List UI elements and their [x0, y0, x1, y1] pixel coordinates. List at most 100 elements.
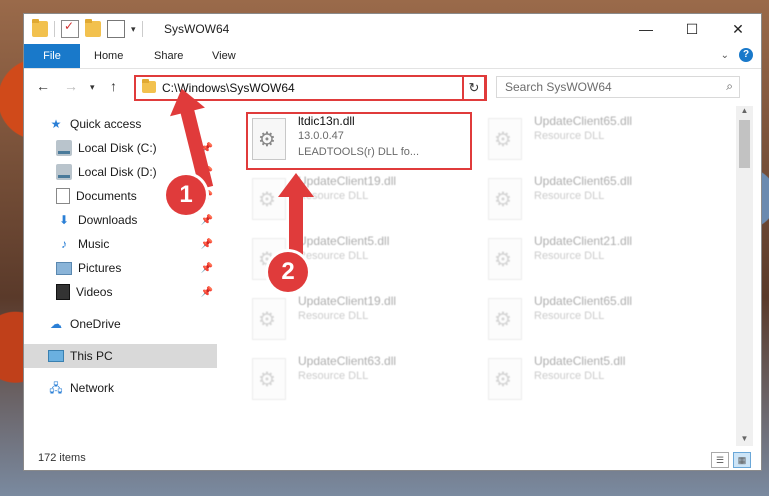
dll-file-icon: [488, 238, 522, 280]
file-name: UpdateClient5.dll: [534, 354, 626, 368]
file-description: Resource DLL: [534, 370, 605, 382]
pc-icon: [48, 350, 64, 362]
scroll-down-icon[interactable]: ▼: [736, 434, 753, 446]
sidebar-item-this-pc[interactable]: This PC: [24, 344, 217, 368]
sidebar-item-label: Local Disk (D:): [78, 165, 157, 179]
item-count: 172 items: [38, 452, 86, 464]
tab-view[interactable]: View: [212, 44, 236, 68]
downloads-icon: ⬇: [58, 213, 70, 227]
music-icon: ♪: [61, 237, 67, 251]
sidebar-item-pictures[interactable]: Pictures 📌: [24, 256, 217, 280]
sidebar-item-label: Music: [78, 237, 110, 251]
vertical-scrollbar[interactable]: ▲ ▼: [736, 106, 753, 446]
file-description: Resource DLL: [534, 250, 605, 262]
up-arrow-icon[interactable]: ↑: [110, 78, 117, 94]
sidebar-item-label: Downloads: [78, 213, 138, 227]
ribbon-right-controls: ⌄ ?: [721, 48, 753, 62]
file-description: Resource DLL: [534, 190, 605, 202]
tab-share[interactable]: Share: [154, 44, 183, 68]
minimize-button[interactable]: —: [623, 14, 669, 44]
file-item[interactable]: UpdateClient65.dll Resource DLL: [484, 292, 710, 346]
step-badge-2: 2: [268, 252, 308, 292]
forward-arrow-icon[interactable]: →: [64, 78, 78, 94]
window-controls: — ☐ ✕: [623, 14, 761, 44]
scrollbar-thumb[interactable]: [739, 120, 750, 168]
file-item[interactable]: UpdateClient19.dll Resource DLL: [248, 292, 474, 346]
dll-file-icon: [488, 358, 522, 400]
file-highlight-box: [246, 112, 472, 170]
properties-icon[interactable]: [61, 19, 79, 38]
network-icon: 🖧: [49, 381, 63, 395]
cloud-icon: ☁: [50, 317, 62, 331]
drive-icon: [56, 164, 72, 180]
dll-file-icon: [252, 358, 286, 400]
file-item[interactable]: UpdateClient21.dll Resource DLL: [484, 232, 710, 286]
file-description: Resource DLL: [298, 250, 369, 262]
sidebar-item-network[interactable]: 🖧 Network: [24, 376, 217, 400]
sidebar-item-label: Documents: [76, 189, 137, 203]
pin-icon: 📌: [200, 238, 213, 250]
toolbar-divider: [54, 21, 55, 37]
navigation-bar: ← → ▾ ↑ C:\Windows\SysWOW64 ⌄ ↻ Search S…: [24, 69, 761, 103]
file-name: UpdateClient65.dll: [534, 294, 633, 308]
maximize-button[interactable]: ☐: [669, 14, 715, 44]
tiles-view-icon[interactable]: ▦: [733, 452, 751, 468]
title-bar: ▾ SysWOW64 — ☐ ✕: [24, 14, 761, 44]
star-icon: ★: [50, 117, 62, 131]
file-description: Resource DLL: [298, 370, 369, 382]
drive-icon: [56, 140, 72, 156]
sidebar-item-label: OneDrive: [70, 317, 121, 331]
scroll-up-icon[interactable]: ▲: [736, 106, 753, 118]
sidebar-item-videos[interactable]: Videos 📌: [24, 280, 217, 304]
file-name: UpdateClient19.dll: [298, 294, 397, 308]
back-arrow-icon[interactable]: ←: [36, 78, 50, 94]
dll-file-icon: [488, 178, 522, 220]
dll-file-icon: [488, 118, 522, 160]
file-item[interactable]: UpdateClient63.dll Resource DLL: [248, 352, 474, 406]
sidebar-item-onedrive[interactable]: ☁ OneDrive: [24, 312, 217, 336]
file-name: UpdateClient5.dll: [298, 234, 390, 248]
sidebar-item-label: Quick access: [70, 117, 142, 131]
file-item[interactable]: UpdateClient65.dll Resource DLL: [484, 112, 710, 166]
help-icon[interactable]: ?: [739, 48, 753, 62]
file-name: UpdateClient21.dll: [534, 234, 633, 248]
documents-icon: [56, 188, 70, 204]
window-title: SysWOW64: [164, 22, 230, 36]
rename-icon[interactable]: [107, 20, 125, 38]
file-description: Resource DLL: [534, 310, 605, 322]
close-button[interactable]: ✕: [715, 14, 761, 44]
search-placeholder: Search SysWOW64: [505, 80, 612, 94]
sidebar-item-label: Videos: [76, 285, 113, 299]
step-badge-1: 1: [166, 175, 206, 215]
sidebar-item-label: Network: [70, 381, 115, 395]
view-toggle: ☰ ▦: [711, 452, 751, 468]
details-view-icon[interactable]: ☰: [711, 452, 729, 468]
new-folder-icon[interactable]: [85, 19, 101, 37]
dll-file-icon: [488, 298, 522, 340]
videos-icon: [56, 284, 70, 300]
customize-toolbar-icon[interactable]: ▾: [131, 24, 136, 35]
toolbar-divider: [141, 21, 143, 37]
dll-file-icon: [252, 298, 286, 340]
tab-home[interactable]: Home: [94, 44, 123, 68]
tab-file[interactable]: File: [24, 44, 80, 68]
ribbon-tabs: File Home Share View ⌄ ?: [24, 44, 761, 69]
refresh-button[interactable]: ↻: [462, 75, 486, 101]
folder-icon: [32, 19, 48, 37]
pin-icon: 📌: [200, 214, 213, 226]
expand-ribbon-icon[interactable]: ⌄: [721, 50, 729, 61]
file-item[interactable]: UpdateClient65.dll Resource DLL: [484, 172, 710, 226]
recent-locations-icon[interactable]: ▾: [90, 82, 95, 93]
file-description: Resource DLL: [298, 310, 369, 322]
file-item[interactable]: UpdateClient5.dll Resource DLL: [484, 352, 710, 406]
pictures-icon: [56, 261, 72, 275]
search-input[interactable]: Search SysWOW64 ⌕: [496, 76, 740, 98]
address-folder-icon: [142, 79, 156, 93]
pin-icon: 📌: [200, 262, 213, 274]
explorer-window: ▾ SysWOW64 — ☐ ✕ File Home Share View ⌄ …: [24, 14, 761, 470]
quick-access-toolbar: ▾: [32, 19, 143, 38]
sidebar-item-label: Pictures: [78, 261, 122, 275]
file-name: UpdateClient65.dll: [534, 114, 633, 128]
status-bar: 172 items ☰ ▦: [24, 448, 761, 470]
sidebar-item-music[interactable]: ♪ Music 📌: [24, 232, 217, 256]
